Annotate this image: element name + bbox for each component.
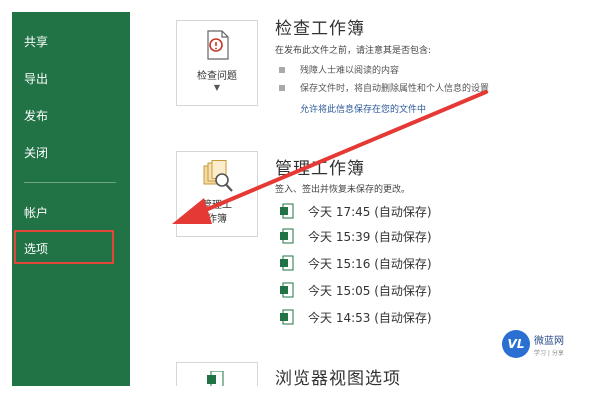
inspect-bullet-2: 保存文件时，将自动删除属性和个人信息的设置 [300,84,490,94]
nav-publish[interactable]: 发布 [12,101,130,131]
browser-view-icon [207,371,224,387]
excel-file-icon [280,309,294,325]
watermark-name: 微蓝网 [534,336,564,347]
manage-title: 管理工作簿 [275,159,365,179]
manage-button-label-1: 管理工 [202,200,232,211]
nav-share[interactable]: 共享 [12,27,130,57]
inspect-document-icon [207,30,229,60]
manage-subtitle: 签入、签出并恢复未保存的更改。 [275,185,411,195]
excel-file-icon [280,228,294,244]
browser-view-button[interactable] [176,362,258,387]
manage-workbook-button[interactable]: 管理工 作簿 [176,151,258,237]
backstage-sidebar: 共享 导出 发布 关闭 帐户 选项 [12,12,130,386]
chevron-down-icon: ▼ [213,83,221,92]
inspect-button-label: 检查问题 [197,71,237,82]
allow-save-info-link[interactable]: 允许将此信息保存在您的文件中 [300,102,426,115]
excel-file-icon [280,255,294,271]
inspect-bullet-1: 残障人士难以阅读的内容 [300,66,400,76]
inspect-subtitle: 在发布此文件之前，请注意其是否包含: [275,46,432,56]
options-highlight-box [14,230,114,264]
excel-file-icon [280,282,294,298]
excel-file-icon [280,203,294,219]
version-label: 今天 15:05 (自动保存) [308,284,432,298]
version-label: 今天 17:45 (自动保存) [308,205,432,219]
nav-divider [24,182,116,183]
version-label: 今天 14:53 (自动保存) [308,311,432,325]
version-label: 今天 15:16 (自动保存) [308,257,432,271]
watermark-circle: VL [502,330,530,358]
nav-export[interactable]: 导出 [12,64,130,94]
inspect-title: 检查工作簿 [275,19,365,39]
bullet-icon [279,67,285,73]
bottom-margin [0,386,600,400]
manage-workbook-icon [203,160,233,192]
bullet-icon [279,85,285,91]
nav-close[interactable]: 关闭 [12,138,130,168]
top-margin [0,0,600,12]
version-label: 今天 15:39 (自动保存) [308,230,432,244]
watermark-sub: 学习 | 分享 [534,350,564,357]
watermark-logo: VL 微蓝网 学习 | 分享 [502,330,574,362]
inspect-workbook-button[interactable]: 检查问题 ▼ [176,20,258,106]
manage-button-label-2: 作簿 [207,214,227,225]
nav-account[interactable]: 帐户 [12,198,130,228]
